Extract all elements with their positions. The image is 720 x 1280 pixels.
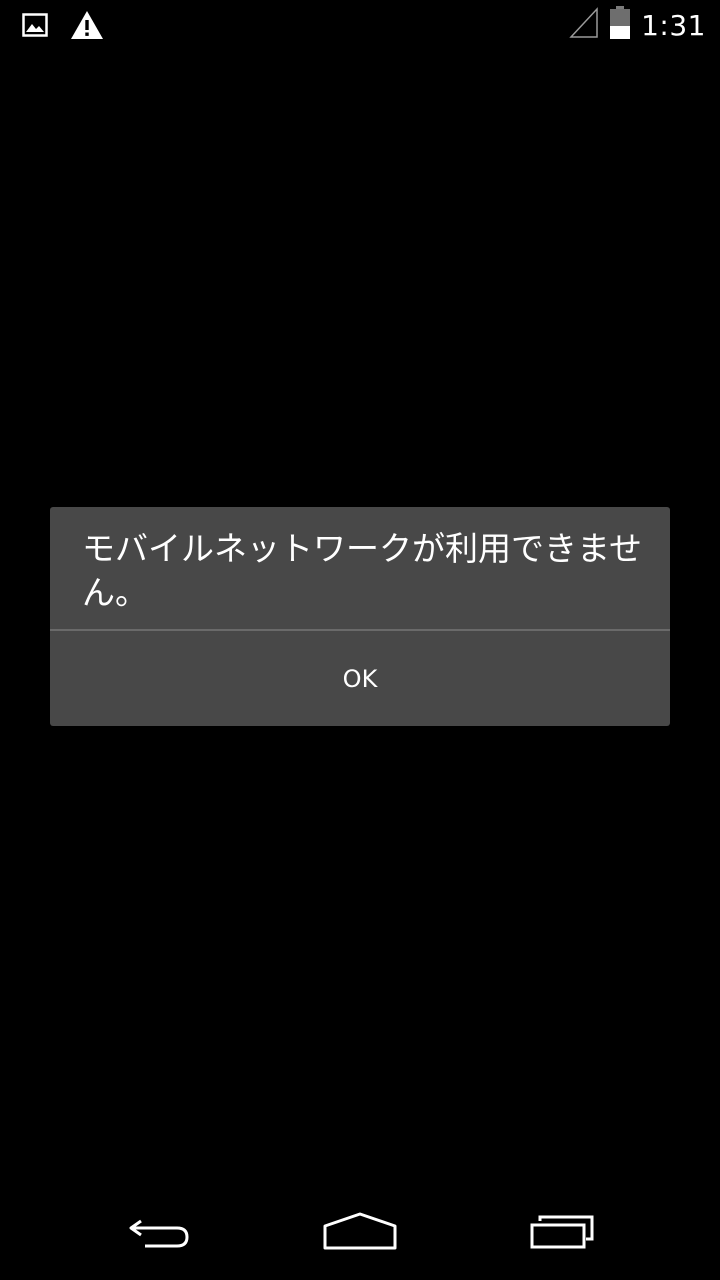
- home-button[interactable]: [300, 1208, 420, 1258]
- status-bar: 1:31: [0, 0, 720, 50]
- clock: 1:31: [641, 8, 706, 42]
- ok-button[interactable]: OK: [50, 631, 670, 726]
- recents-icon: [526, 1211, 598, 1255]
- back-icon: [125, 1211, 195, 1255]
- battery-icon: [609, 6, 631, 44]
- back-button[interactable]: [100, 1208, 220, 1258]
- home-icon: [322, 1210, 398, 1256]
- screen: 1:31 モバイルネットワークが利用できません。 OK: [0, 0, 720, 1280]
- notification-icons: [22, 10, 104, 44]
- warning-icon: [70, 10, 104, 44]
- signal-icon: [569, 7, 599, 43]
- image-notification-icon: [22, 13, 48, 41]
- system-status-icons: 1:31: [569, 6, 706, 44]
- recents-button[interactable]: [502, 1208, 622, 1258]
- dialog-message: モバイルネットワークが利用できません。: [82, 529, 643, 612]
- navigation-bar: [0, 1184, 720, 1280]
- alert-dialog: モバイルネットワークが利用できません。 OK: [50, 507, 670, 726]
